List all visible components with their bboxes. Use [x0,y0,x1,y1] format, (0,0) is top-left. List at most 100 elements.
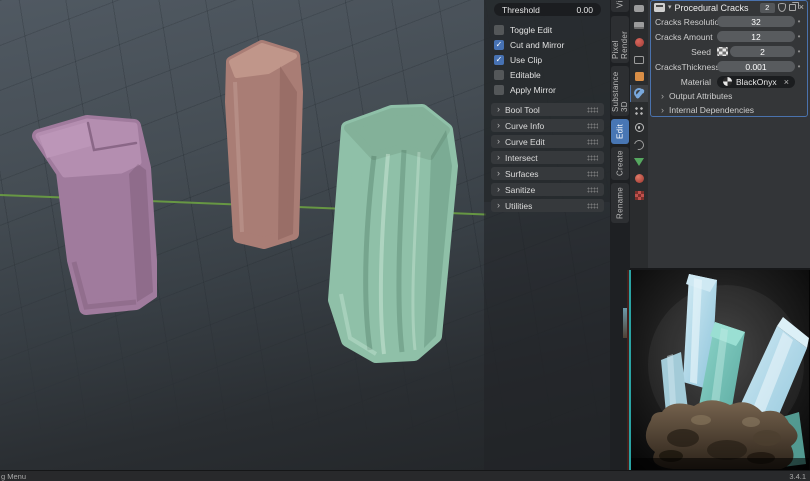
aquamarine-crystal-photo [630,270,810,470]
checkbox-row-use-clip[interactable]: ✓ Use Clip [494,53,605,66]
decorator-dot-icon[interactable]: • [795,47,803,56]
drag-grip-icon[interactable] [587,107,598,113]
section-curve-info[interactable]: › Curve Info [491,119,604,132]
scene-properties-icon[interactable] [630,51,648,68]
cracks-amount-field[interactable]: 12 [717,31,795,42]
output-properties-icon[interactable] [630,17,648,34]
material-select-field[interactable]: BlackOnyx × [717,76,795,88]
drag-grip-icon[interactable] [587,187,598,193]
editor-edge-highlight[interactable] [629,270,631,470]
constraints-properties-icon[interactable] [630,136,648,153]
section-sanitize[interactable]: › Sanitize [491,183,604,196]
section-intersect[interactable]: › Intersect [491,151,604,164]
physics-properties-icon[interactable] [630,119,648,136]
field-label: CracksThickness [655,62,717,72]
close-icon[interactable]: × [799,3,804,12]
subpanel-label: Internal Dependencies [669,105,754,115]
node-group-users-badge[interactable]: 2 [760,3,775,13]
threshold-label: Threshold [502,5,540,15]
chevron-right-icon: › [497,201,500,210]
version-label: 3.4.1 [789,472,806,481]
object-properties-icon[interactable] [630,68,648,85]
checkbox-label: Use Clip [510,55,542,65]
section-label: Surfaces [505,169,539,179]
caret-down-icon[interactable]: ▾ [668,4,672,11]
status-left-text: g Menu [1,472,26,481]
edit-tab-panel: Threshold 0.00 Toggle Edit ✓ Cut and Mir… [484,0,610,202]
brown-crystal-object[interactable] [222,38,304,250]
modifier-name[interactable]: Procedural Cracks [675,3,757,13]
tab-rename[interactable]: Rename [611,183,629,223]
drag-grip-icon[interactable] [587,155,598,161]
drag-grip-icon[interactable] [587,139,598,145]
image-editor[interactable] [630,270,810,470]
subpanel-label: Output Attributes [669,91,732,101]
drag-grip-icon[interactable] [587,123,598,129]
teal-crystal-object[interactable] [318,104,464,366]
chevron-right-icon: › [497,169,500,178]
properties-editor: ▾ Procedural Cracks 2 × Cracks Resolutio… [630,0,810,268]
chevron-right-icon: › [497,105,500,114]
subpanel-internal-dependencies[interactable]: › Internal Dependencies [651,103,807,117]
cracks-thickness-field[interactable]: 0.001 [717,61,795,72]
section-label: Sanitize [505,185,535,195]
world-properties-icon[interactable] [630,34,648,51]
threshold-slider[interactable]: Threshold 0.00 [494,3,601,16]
material-sphere-icon [723,77,732,86]
modifier-header[interactable]: ▾ Procedural Cracks 2 × [651,1,807,14]
purple-crystal-object[interactable] [25,112,157,316]
decorator-dot-icon[interactable]: • [795,62,803,71]
chevron-right-icon: › [661,91,664,101]
data-properties-icon[interactable] [630,153,648,170]
checkbox-row-toggle-edit[interactable]: Toggle Edit [494,23,605,36]
texture-properties-icon[interactable] [630,187,648,204]
attribute-toggle-icon[interactable] [717,47,728,56]
field-label: Cracks Amount [655,32,717,42]
field-row-seed: Seed 2 • [651,44,807,59]
modifier-properties-icon[interactable] [630,85,648,102]
checkbox-row-cut-and-mirror[interactable]: ✓ Cut and Mirror [494,38,605,51]
checkbox-icon[interactable] [494,85,504,95]
subpanel-output-attributes[interactable]: › Output Attributes [651,89,807,103]
tab-pixel-render[interactable]: Pixel Render [611,16,629,63]
tab-view[interactable]: View [611,0,629,12]
tab-create[interactable]: Create [611,147,629,180]
decorator-dot-icon[interactable]: • [795,32,803,41]
section-utilities[interactable]: › Utilities [491,199,604,212]
drag-grip-icon[interactable] [587,203,598,209]
checkbox-label: Apply Mirror [510,85,556,95]
render-properties-icon[interactable] [630,0,648,17]
properties-tab-column [630,0,648,268]
decorator-dot-icon[interactable]: • [795,17,803,26]
seed-field[interactable]: 2 [730,46,795,57]
section-label: Curve Edit [505,137,545,147]
chevron-right-icon: › [661,105,664,115]
drag-grip-icon[interactable] [587,171,598,177]
checkbox-icon[interactable] [494,70,504,80]
section-bool-tool[interactable]: › Bool Tool [491,103,604,116]
section-curve-edit[interactable]: › Curve Edit [491,135,604,148]
particles-properties-icon[interactable] [630,102,648,119]
shield-icon[interactable] [778,3,786,12]
checkbox-icon[interactable] [494,25,504,35]
status-bar: g Menu 3.4.1 [0,470,810,481]
section-label: Curve Info [505,121,544,131]
checkbox-checked-icon[interactable]: ✓ [494,55,504,65]
field-row-cracks-thickness: CracksThickness 0.001 • [651,59,807,74]
clear-material-icon[interactable]: × [784,77,789,87]
tab-edit[interactable]: Edit [611,119,629,144]
tab-substance-3d[interactable]: Substance 3D [611,66,629,116]
material-properties-icon[interactable] [630,170,648,187]
checkbox-row-editable[interactable]: Editable [494,68,605,81]
checkbox-checked-icon[interactable]: ✓ [494,40,504,50]
checkbox-row-apply-mirror[interactable]: Apply Mirror [494,83,605,96]
section-label: Utilities [505,201,532,211]
section-label: Intersect [505,153,538,163]
chevron-right-icon: › [497,185,500,194]
blender-window: Threshold 0.00 Toggle Edit ✓ Cut and Mir… [0,0,810,481]
chevron-right-icon: › [497,137,500,146]
modifier-panel-procedural-cracks: ▾ Procedural Cracks 2 × Cracks Resolutio… [650,0,808,117]
copy-icon[interactable] [789,4,796,11]
cracks-resolution-field[interactable]: 32 [717,16,795,27]
section-surfaces[interactable]: › Surfaces [491,167,604,180]
